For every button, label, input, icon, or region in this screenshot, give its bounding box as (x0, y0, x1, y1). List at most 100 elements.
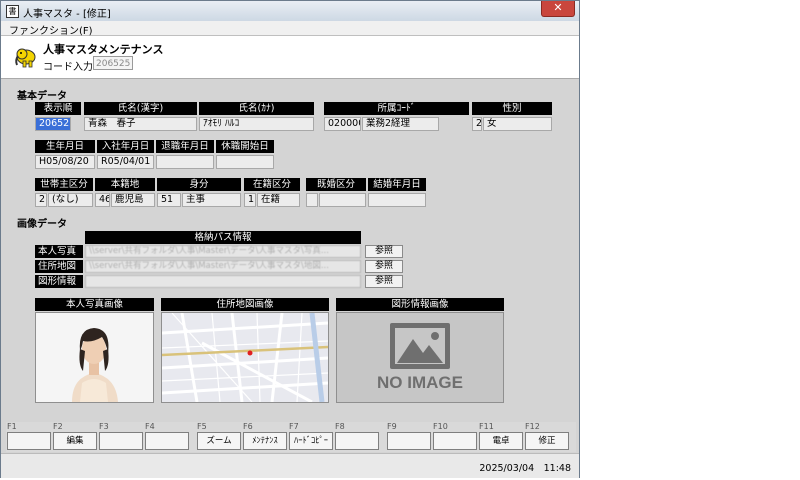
browse-button-figure[interactable]: 参照 (365, 275, 403, 288)
person-photo-icon (36, 313, 153, 402)
fkey-number: F12 (525, 422, 540, 431)
map-panel-title: 住所地図画像 (161, 298, 329, 311)
f10-button[interactable] (433, 432, 477, 450)
row-label-map: 住所地図 (35, 260, 83, 273)
header-leave-start: 休職開始日 (216, 140, 274, 153)
path-field-map[interactable]: \\server\共有フォルダ\人事\Master\データ\人事マスタ\地図..… (85, 260, 361, 273)
status-code-field[interactable]: 51 (157, 193, 181, 207)
map-image[interactable] (161, 312, 329, 403)
fkey-f5: F5 ズーム (196, 422, 241, 452)
fkey-f12: F12 修正 (524, 422, 569, 452)
dept-code-field[interactable]: 020000 (324, 117, 361, 131)
name-kana-field[interactable]: ｱｵﾓﾘ ﾊﾙｺ (199, 117, 314, 131)
hardcopy-button[interactable]: ﾊｰﾄﾞｺﾋﾟｰ (289, 432, 333, 450)
maintenance-button[interactable]: ﾒﾝﾃﾅﾝｽ (243, 432, 287, 450)
header-hire: 入社年月日 (97, 140, 154, 153)
marriage-date-field[interactable] (368, 193, 426, 207)
dept-name-field: 業務2経理 (362, 117, 439, 131)
fkey-f8: F8 (334, 422, 379, 452)
household-code-field[interactable]: 2 (35, 193, 47, 207)
figure-panel-title: 図形情報画像 (336, 298, 504, 311)
f3-button[interactable] (99, 432, 143, 450)
header-dept-code: 所属ｺｰﾄﾞ (324, 102, 469, 115)
browse-button-map[interactable]: 参照 (365, 260, 403, 273)
header-gender: 性別 (472, 102, 552, 115)
fkey-number: F9 (387, 422, 397, 431)
photo-image[interactable] (35, 312, 154, 403)
header-birth: 生年月日 (35, 140, 95, 153)
fkey-f7: F7 ﾊｰﾄﾞｺﾋﾟｰ (288, 422, 333, 452)
row-label-photo: 本人写真 (35, 245, 83, 258)
figure-image[interactable]: NO IMAGE (336, 312, 504, 403)
domicile-code-field[interactable]: 46 (95, 193, 110, 207)
gender-code-field[interactable]: 2 (472, 117, 482, 131)
path-field-figure[interactable] (85, 275, 361, 288)
f4-button[interactable] (145, 432, 189, 450)
status-name-field: 主事 (182, 193, 241, 207)
app-icon: 書 (6, 5, 19, 18)
browse-button-photo[interactable]: 参照 (365, 245, 403, 258)
f1-button[interactable] (7, 432, 51, 450)
marital-code-field[interactable] (306, 193, 318, 207)
edit-button[interactable]: 編集 (53, 432, 97, 450)
image-data-title: 画像データ (17, 219, 67, 230)
header-name-kanji: 氏名(漢字) (84, 102, 197, 115)
hire-field[interactable]: R05/04/01 (97, 155, 154, 169)
gender-name-field: 女 (483, 117, 552, 131)
fkey-number: F6 (243, 422, 253, 431)
header-display-no: 表示順 (35, 102, 81, 115)
main-window: 書 人事マスタ - [修正] ✕ ファンクション(F) 人事マスタメンテナンス … (0, 0, 580, 478)
fkey-f10: F10 (432, 422, 477, 452)
header-marital: 既婚区分 (306, 178, 366, 191)
code-input-label: コード入力 (43, 62, 93, 73)
leave-start-field[interactable] (216, 155, 274, 169)
fkey-f6: F6 ﾒﾝﾃﾅﾝｽ (242, 422, 287, 452)
header-marriage-date: 結婚年月日 (368, 178, 426, 191)
basic-data-title: 基本データ (17, 91, 67, 102)
close-button[interactable]: ✕ (541, 1, 575, 17)
marital-name-field (319, 193, 366, 207)
f9-button[interactable] (387, 432, 431, 450)
zoom-button[interactable]: ズーム (197, 432, 241, 450)
fkey-f9: F9 (386, 422, 431, 452)
fkey-number: F2 (53, 422, 63, 431)
enroll-name-field: 在籍 (257, 193, 300, 207)
fkey-f4: F4 (144, 422, 189, 452)
modify-button[interactable]: 修正 (525, 432, 569, 450)
fkey-f1: F1 (6, 422, 51, 452)
display-no-field[interactable]: 206525 (35, 117, 71, 131)
window-title: 人事マスタ - [修正] (23, 9, 111, 20)
menu-functions[interactable]: ファンクション(F) (9, 22, 93, 37)
fkey-number: F1 (7, 422, 17, 431)
birth-field[interactable]: H05/08/20 (35, 155, 95, 169)
retire-field[interactable] (156, 155, 214, 169)
header-domicile: 本籍地 (95, 178, 155, 191)
header-retire: 退職年月日 (156, 140, 214, 153)
fkey-f3: F3 (98, 422, 143, 452)
fkey-number: F5 (197, 422, 207, 431)
code-input[interactable]: 206525 (93, 56, 133, 70)
household-name-field: (なし) (48, 193, 93, 207)
fkey-number: F4 (145, 422, 155, 431)
fkey-number: F8 (335, 422, 345, 431)
no-image-label: NO IMAGE (377, 373, 463, 392)
header-household: 世帯主区分 (35, 178, 93, 191)
row-label-figure: 図形情報 (35, 275, 83, 288)
status-bar: 2025/03/04 11:48 (1, 453, 579, 478)
name-kanji-field[interactable]: 青森 春子 (84, 117, 197, 131)
calculator-button[interactable]: 電卓 (479, 432, 523, 450)
fkey-number: F3 (99, 422, 109, 431)
header-panel: 人事マスタメンテナンス コード入力 206525 (1, 36, 579, 79)
header-name-kana: 氏名(ｶﾅ) (199, 102, 314, 115)
fkey-number: F7 (289, 422, 299, 431)
path-field-photo[interactable]: \\server\共有フォルダ\人事\Master\データ\人事マスタ\写真..… (85, 245, 361, 258)
title-bar[interactable]: 書 人事マスタ - [修正] ✕ (1, 1, 579, 22)
screen-title: 人事マスタメンテナンス (43, 43, 164, 56)
fkey-f2: F2 編集 (52, 422, 97, 452)
header-enroll: 在籍区分 (244, 178, 300, 191)
fkey-number: F10 (433, 422, 448, 431)
fkey-number: F11 (479, 422, 494, 431)
f8-button[interactable] (335, 432, 379, 450)
elephant-icon (15, 48, 36, 68)
enroll-code-field[interactable]: 1 (244, 193, 256, 207)
